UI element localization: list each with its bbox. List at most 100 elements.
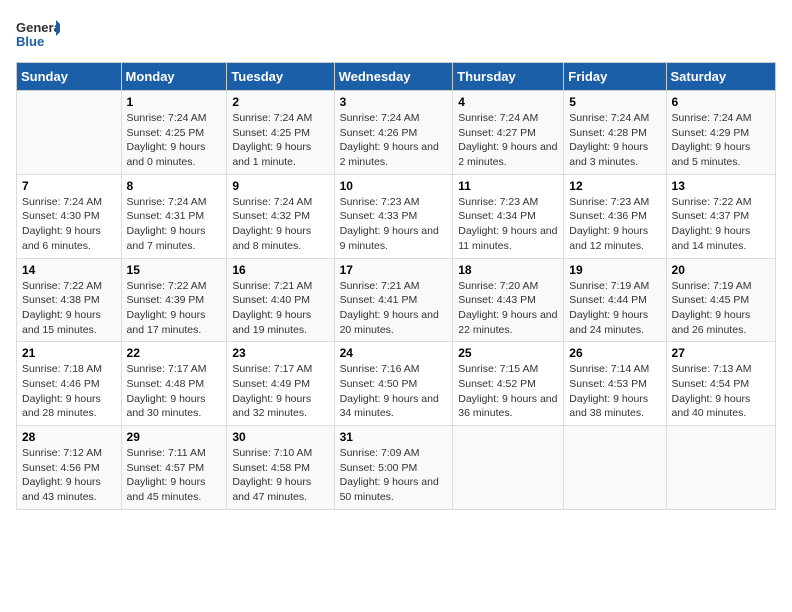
day-cell: 24 Sunrise: 7:16 AMSunset: 4:50 PMDaylig… [334,342,453,426]
day-cell: 8 Sunrise: 7:24 AMSunset: 4:31 PMDayligh… [121,174,227,258]
day-info: Sunrise: 7:24 AMSunset: 4:30 PMDaylight:… [22,195,116,254]
calendar-table: SundayMondayTuesdayWednesdayThursdayFrid… [16,62,776,510]
day-cell: 28 Sunrise: 7:12 AMSunset: 4:56 PMDaylig… [17,426,122,510]
day-number: 14 [22,263,116,277]
day-info: Sunrise: 7:24 AMSunset: 4:31 PMDaylight:… [127,195,222,254]
day-cell [453,426,564,510]
day-info: Sunrise: 7:09 AMSunset: 5:00 PMDaylight:… [340,446,448,505]
day-info: Sunrise: 7:19 AMSunset: 4:44 PMDaylight:… [569,279,660,338]
header-row: SundayMondayTuesdayWednesdayThursdayFrid… [17,63,776,91]
day-number: 7 [22,179,116,193]
day-cell: 19 Sunrise: 7:19 AMSunset: 4:44 PMDaylig… [564,258,666,342]
week-row-2: 7 Sunrise: 7:24 AMSunset: 4:30 PMDayligh… [17,174,776,258]
day-cell: 21 Sunrise: 7:18 AMSunset: 4:46 PMDaylig… [17,342,122,426]
svg-text:Blue: Blue [16,34,44,49]
day-cell: 26 Sunrise: 7:14 AMSunset: 4:53 PMDaylig… [564,342,666,426]
col-header-tuesday: Tuesday [227,63,334,91]
header: General Blue [16,16,776,52]
day-cell: 16 Sunrise: 7:21 AMSunset: 4:40 PMDaylig… [227,258,334,342]
day-info: Sunrise: 7:19 AMSunset: 4:45 PMDaylight:… [672,279,770,338]
day-info: Sunrise: 7:20 AMSunset: 4:43 PMDaylight:… [458,279,558,338]
day-info: Sunrise: 7:22 AMSunset: 4:38 PMDaylight:… [22,279,116,338]
day-info: Sunrise: 7:24 AMSunset: 4:26 PMDaylight:… [340,111,448,170]
day-cell: 10 Sunrise: 7:23 AMSunset: 4:33 PMDaylig… [334,174,453,258]
day-number: 12 [569,179,660,193]
day-number: 22 [127,346,222,360]
day-number: 9 [232,179,328,193]
day-number: 5 [569,95,660,109]
day-cell: 25 Sunrise: 7:15 AMSunset: 4:52 PMDaylig… [453,342,564,426]
day-info: Sunrise: 7:21 AMSunset: 4:41 PMDaylight:… [340,279,448,338]
day-cell: 27 Sunrise: 7:13 AMSunset: 4:54 PMDaylig… [666,342,775,426]
day-cell: 23 Sunrise: 7:17 AMSunset: 4:49 PMDaylig… [227,342,334,426]
day-info: Sunrise: 7:13 AMSunset: 4:54 PMDaylight:… [672,362,770,421]
day-number: 18 [458,263,558,277]
day-cell: 13 Sunrise: 7:22 AMSunset: 4:37 PMDaylig… [666,174,775,258]
day-cell: 6 Sunrise: 7:24 AMSunset: 4:29 PMDayligh… [666,91,775,175]
day-info: Sunrise: 7:24 AMSunset: 4:25 PMDaylight:… [127,111,222,170]
day-number: 19 [569,263,660,277]
day-number: 29 [127,430,222,444]
svg-text:General: General [16,20,60,35]
col-header-monday: Monday [121,63,227,91]
day-cell: 4 Sunrise: 7:24 AMSunset: 4:27 PMDayligh… [453,91,564,175]
day-info: Sunrise: 7:24 AMSunset: 4:32 PMDaylight:… [232,195,328,254]
day-number: 15 [127,263,222,277]
day-cell: 22 Sunrise: 7:17 AMSunset: 4:48 PMDaylig… [121,342,227,426]
day-cell: 15 Sunrise: 7:22 AMSunset: 4:39 PMDaylig… [121,258,227,342]
col-header-thursday: Thursday [453,63,564,91]
day-cell: 29 Sunrise: 7:11 AMSunset: 4:57 PMDaylig… [121,426,227,510]
day-cell: 5 Sunrise: 7:24 AMSunset: 4:28 PMDayligh… [564,91,666,175]
week-row-3: 14 Sunrise: 7:22 AMSunset: 4:38 PMDaylig… [17,258,776,342]
day-info: Sunrise: 7:12 AMSunset: 4:56 PMDaylight:… [22,446,116,505]
day-cell: 17 Sunrise: 7:21 AMSunset: 4:41 PMDaylig… [334,258,453,342]
day-number: 30 [232,430,328,444]
day-number: 21 [22,346,116,360]
day-info: Sunrise: 7:24 AMSunset: 4:29 PMDaylight:… [672,111,770,170]
day-number: 10 [340,179,448,193]
day-info: Sunrise: 7:23 AMSunset: 4:33 PMDaylight:… [340,195,448,254]
day-info: Sunrise: 7:23 AMSunset: 4:36 PMDaylight:… [569,195,660,254]
day-cell: 20 Sunrise: 7:19 AMSunset: 4:45 PMDaylig… [666,258,775,342]
day-number: 13 [672,179,770,193]
day-number: 8 [127,179,222,193]
col-header-friday: Friday [564,63,666,91]
week-row-5: 28 Sunrise: 7:12 AMSunset: 4:56 PMDaylig… [17,426,776,510]
day-info: Sunrise: 7:11 AMSunset: 4:57 PMDaylight:… [127,446,222,505]
logo-svg: General Blue [16,16,60,52]
day-number: 28 [22,430,116,444]
day-cell [666,426,775,510]
day-cell: 1 Sunrise: 7:24 AMSunset: 4:25 PMDayligh… [121,91,227,175]
day-number: 24 [340,346,448,360]
day-number: 16 [232,263,328,277]
day-info: Sunrise: 7:17 AMSunset: 4:48 PMDaylight:… [127,362,222,421]
day-info: Sunrise: 7:24 AMSunset: 4:25 PMDaylight:… [232,111,328,170]
day-cell: 18 Sunrise: 7:20 AMSunset: 4:43 PMDaylig… [453,258,564,342]
day-cell: 31 Sunrise: 7:09 AMSunset: 5:00 PMDaylig… [334,426,453,510]
day-cell: 14 Sunrise: 7:22 AMSunset: 4:38 PMDaylig… [17,258,122,342]
day-info: Sunrise: 7:22 AMSunset: 4:37 PMDaylight:… [672,195,770,254]
day-number: 6 [672,95,770,109]
day-number: 2 [232,95,328,109]
day-number: 26 [569,346,660,360]
day-cell [564,426,666,510]
day-number: 23 [232,346,328,360]
day-cell: 11 Sunrise: 7:23 AMSunset: 4:34 PMDaylig… [453,174,564,258]
day-info: Sunrise: 7:10 AMSunset: 4:58 PMDaylight:… [232,446,328,505]
day-number: 4 [458,95,558,109]
day-number: 17 [340,263,448,277]
day-cell: 12 Sunrise: 7:23 AMSunset: 4:36 PMDaylig… [564,174,666,258]
col-header-wednesday: Wednesday [334,63,453,91]
day-cell [17,91,122,175]
day-number: 25 [458,346,558,360]
day-info: Sunrise: 7:14 AMSunset: 4:53 PMDaylight:… [569,362,660,421]
day-info: Sunrise: 7:18 AMSunset: 4:46 PMDaylight:… [22,362,116,421]
day-info: Sunrise: 7:22 AMSunset: 4:39 PMDaylight:… [127,279,222,338]
day-cell: 30 Sunrise: 7:10 AMSunset: 4:58 PMDaylig… [227,426,334,510]
day-info: Sunrise: 7:16 AMSunset: 4:50 PMDaylight:… [340,362,448,421]
day-info: Sunrise: 7:24 AMSunset: 4:27 PMDaylight:… [458,111,558,170]
day-number: 20 [672,263,770,277]
day-info: Sunrise: 7:17 AMSunset: 4:49 PMDaylight:… [232,362,328,421]
day-number: 27 [672,346,770,360]
day-info: Sunrise: 7:23 AMSunset: 4:34 PMDaylight:… [458,195,558,254]
